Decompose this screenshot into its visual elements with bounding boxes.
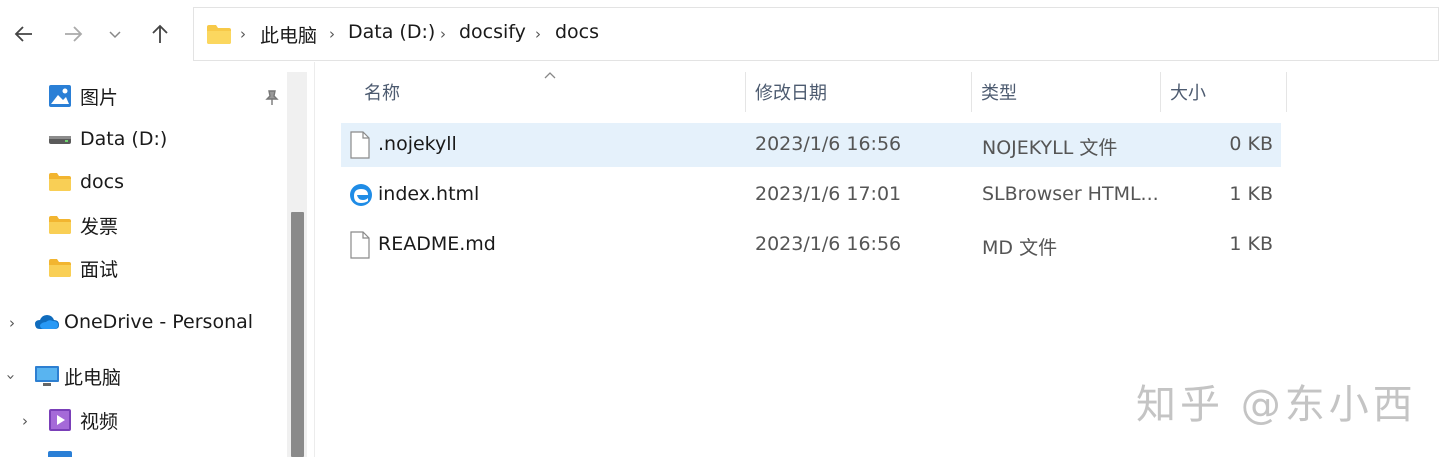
navigation-pane: 图片 Data (D:) docs 发票 面试 › OneDrive - Per… [0, 62, 315, 457]
sidebar-item-docs[interactable]: docs [48, 164, 124, 200]
sidebar-item-interview[interactable]: 面试 [48, 250, 118, 286]
sidebar-scrollbar-thumb[interactable] [291, 212, 304, 457]
sidebar-item-onedrive[interactable]: OneDrive - Personal [34, 304, 253, 340]
back-arrow-icon [14, 26, 32, 42]
breadcrumb-item-docs[interactable]: docs [555, 21, 599, 43]
file-modified: 2023/1/6 16:56 [755, 133, 902, 155]
pictures-icon [48, 451, 72, 457]
browser-icon [350, 184, 372, 206]
pictures-icon [49, 85, 71, 107]
sidebar-item-data-drive[interactable]: Data (D:) [48, 121, 167, 157]
pc-icon [35, 366, 59, 386]
column-header-name[interactable]: 名称 [364, 70, 400, 114]
file-row[interactable]: README.md 2023/1/6 16:56 MD 文件 1 KB [341, 223, 1281, 267]
pane-divider[interactable] [314, 62, 315, 457]
breadcrumb-separator: › [329, 25, 335, 43]
chevron-down-icon [109, 31, 121, 39]
file-modified: 2023/1/6 17:01 [755, 183, 902, 205]
sidebar-item-videos[interactable]: 视频 [48, 402, 118, 438]
chevron-down-icon[interactable]: › [2, 374, 20, 380]
sidebar-item-pictures[interactable]: 图片 [48, 78, 118, 114]
breadcrumb-separator: › [535, 25, 541, 43]
watermark: 知乎 @东小西 [1136, 382, 1417, 428]
sidebar-item-invoices[interactable]: 发票 [48, 207, 118, 243]
drive-icon [49, 136, 71, 144]
up-button[interactable] [144, 18, 176, 50]
folder-icon [49, 216, 71, 234]
file-size: 1 KB [1229, 233, 1273, 255]
column-header-type[interactable]: 类型 [981, 70, 1017, 114]
file-type: NOJEKYLL 文件 [982, 137, 1118, 159]
column-header-size[interactable]: 大小 [1170, 70, 1206, 114]
breadcrumb-item-docsify[interactable]: docsify [459, 21, 526, 43]
sort-ascending-icon [544, 72, 556, 79]
breadcrumb-item-drive[interactable]: Data (D:) [348, 21, 435, 43]
column-header-modified[interactable]: 修改日期 [755, 70, 827, 114]
file-icon [350, 231, 370, 259]
back-button[interactable] [8, 18, 40, 50]
sidebar-item-this-pc[interactable]: 此电脑 [34, 358, 121, 394]
column-divider[interactable] [1286, 72, 1287, 112]
column-divider[interactable] [1160, 72, 1161, 112]
file-icon [350, 131, 370, 159]
file-row[interactable]: index.html 2023/1/6 17:01 SLBrowser HTML… [341, 173, 1281, 217]
column-divider[interactable] [971, 72, 972, 112]
file-modified: 2023/1/6 16:56 [755, 233, 902, 255]
breadcrumb-item-pc[interactable]: 此电脑 [260, 21, 317, 48]
up-arrow-icon [152, 24, 168, 43]
file-name: README.md [378, 233, 496, 255]
file-name: index.html [378, 183, 480, 205]
file-type: MD 文件 [982, 237, 1058, 259]
folder-icon [49, 173, 71, 191]
forward-button[interactable] [57, 18, 89, 50]
chevron-right-icon[interactable]: › [22, 412, 28, 430]
forward-arrow-icon [65, 26, 83, 42]
chevron-right-icon[interactable]: › [9, 314, 15, 332]
videos-icon [49, 409, 71, 431]
breadcrumb-separator: › [440, 25, 446, 43]
folder-icon [207, 25, 231, 44]
folder-icon [49, 259, 71, 277]
file-size: 0 KB [1229, 133, 1273, 155]
recent-locations-button[interactable] [100, 18, 130, 50]
file-size: 1 KB [1229, 183, 1273, 205]
pin-icon[interactable] [262, 88, 282, 108]
address-bar[interactable]: › 此电脑 › Data (D:) › docsify › docs [193, 7, 1439, 61]
file-name: .nojekyll [378, 133, 457, 155]
column-divider[interactable] [745, 72, 746, 112]
onedrive-icon [35, 315, 59, 329]
file-type: SLBrowser HTML... [982, 183, 1159, 205]
breadcrumb-separator: › [240, 25, 246, 43]
file-row[interactable]: .nojekyll 2023/1/6 16:56 NOJEKYLL 文件 0 K… [341, 123, 1281, 167]
